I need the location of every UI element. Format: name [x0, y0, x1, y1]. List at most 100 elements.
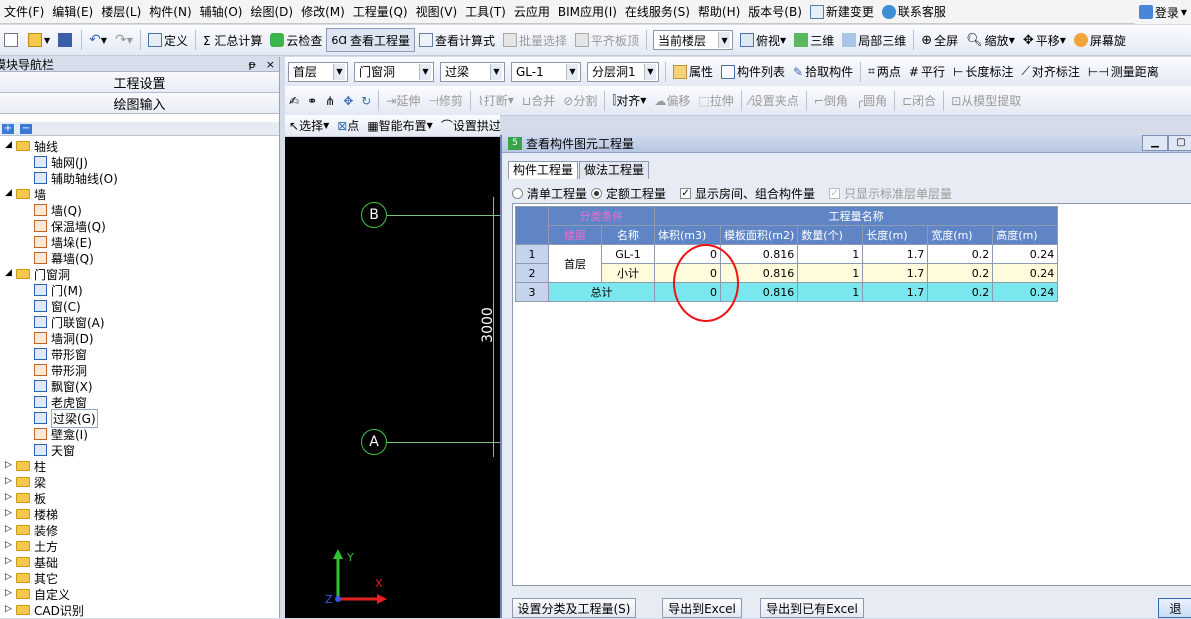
cloud-check-button[interactable]: 云检查 — [266, 28, 326, 52]
open-button[interactable]: ▼ — [24, 28, 54, 52]
tree-folder-node[interactable]: ◢ 门窗洞 — [0, 266, 279, 282]
expand-icon[interactable]: ▷ — [4, 572, 13, 583]
align-dim-button[interactable]: ⟋ 对齐标注 — [1017, 60, 1083, 84]
layer-dropdown[interactable]: 分层洞1 ▼ — [587, 61, 659, 82]
menu-modify[interactable]: 修改(M) — [297, 0, 349, 24]
export-excel-button[interactable]: 导出到Excel — [662, 598, 742, 618]
local-3d-button[interactable]: 局部三维 — [838, 28, 910, 52]
property-button[interactable]: 属性 — [669, 60, 717, 84]
break-button[interactable]: ⌇ 打断 ▼ — [474, 89, 518, 113]
collapse-all-icon[interactable]: − — [20, 123, 32, 134]
menu-bim[interactable]: BIM应用(I) — [554, 0, 621, 24]
bill-quantity-radio[interactable] — [512, 188, 523, 199]
menu-tools[interactable]: 工具(T) — [461, 0, 510, 24]
maximize-button[interactable]: ▢ — [1168, 135, 1191, 151]
select-button[interactable]: ↖ 选择 ▼ — [285, 115, 333, 136]
component-dropdown[interactable]: GL-1 ▼ — [511, 61, 581, 82]
tree-leaf-node[interactable]: 门联窗(A) — [0, 314, 279, 330]
close-shape-button[interactable]: ⊏ 闭合 — [898, 89, 940, 113]
measure-button[interactable]: ⊢⊣ 测量距离 — [1084, 60, 1163, 84]
tree-leaf-node[interactable]: 门(M) — [0, 282, 279, 298]
tree-leaf-node[interactable]: 墙洞(D) — [0, 330, 279, 346]
axis-bubble-b[interactable]: B — [361, 202, 387, 228]
chamfer-button[interactable]: ⌐ 倒角 — [810, 89, 852, 113]
tree-folder-node[interactable]: ▷ 自定义 — [0, 586, 279, 602]
new-change-menu[interactable]: 新建变更 — [806, 0, 878, 24]
tree-leaf-node[interactable]: 墙垛(E) — [0, 234, 279, 250]
pin-icon[interactable]: ᵽ — [248, 58, 255, 71]
tree-folder-node[interactable]: ▷ 梁 — [0, 474, 279, 490]
expand-icon[interactable]: ▷ — [4, 540, 13, 551]
tree-folder-node[interactable]: ▷ 基础 — [0, 554, 279, 570]
menu-draw[interactable]: 绘图(D) — [246, 0, 297, 24]
tree-leaf-node[interactable]: 幕墙(Q) — [0, 250, 279, 266]
fillet-button[interactable]: ╭ 圆角 — [852, 89, 891, 113]
tree-leaf-node[interactable]: 墙(Q) — [0, 202, 279, 218]
expand-icon[interactable]: ▷ — [4, 508, 13, 519]
menu-version[interactable]: 版本号(B) — [744, 0, 806, 24]
expand-icon[interactable]: ▷ — [4, 476, 13, 487]
save-button[interactable] — [54, 28, 78, 52]
top-view-button[interactable]: 俯视 ▼ — [736, 28, 790, 52]
collapse-icon[interactable]: ◢ — [4, 188, 13, 199]
expand-icon[interactable]: ▷ — [4, 492, 13, 503]
menu-aux-axis[interactable]: 辅轴(O) — [196, 0, 247, 24]
tree-folder-node[interactable]: ▷ 楼梯 — [0, 506, 279, 522]
expand-icon[interactable]: ▷ — [4, 588, 13, 599]
tree-folder-node[interactable]: ◢ 墙 — [0, 186, 279, 202]
expand-all-icon[interactable]: + — [2, 123, 14, 134]
tree-leaf-node[interactable]: 窗(C) — [0, 298, 279, 314]
quota-quantity-radio[interactable] — [591, 188, 603, 199]
sum-calc-button[interactable]: Σ 汇总计算 — [199, 28, 266, 52]
tree-leaf-node[interactable]: 保温墙(Q) — [0, 218, 279, 234]
tree-folder-node[interactable]: ▷ 装修 — [0, 522, 279, 538]
tree-leaf-node[interactable]: 带形洞 — [0, 362, 279, 378]
expand-icon[interactable]: ▷ — [4, 604, 13, 615]
menu-view[interactable]: 视图(V) — [412, 0, 462, 24]
fullscreen-button[interactable]: ⊕ 全屏 — [917, 28, 962, 52]
from-model-button[interactable]: ⊡ 从模型提取 — [947, 89, 1025, 113]
tree-leaf-node[interactable]: 天窗 — [0, 442, 279, 458]
drawing-canvas[interactable]: B A 3000 Y X Z — [285, 137, 505, 618]
set-arch-button[interactable]: ⌒设置拱过梁 — [437, 115, 500, 136]
menu-help[interactable]: 帮助(H) — [694, 0, 744, 24]
collapse-icon[interactable]: ◢ — [4, 140, 13, 151]
tree-folder-node[interactable]: ▷ 土方 — [0, 538, 279, 554]
length-dim-button[interactable]: ⊢ 长度标注 — [949, 60, 1017, 84]
category-dropdown[interactable]: 门窗洞 ▼ — [354, 61, 434, 82]
setup-classification-button[interactable]: 设置分类及工程量(S) — [512, 598, 636, 618]
trim-button[interactable]: ⊣ 修剪 — [424, 89, 466, 113]
floor-select-dropdown[interactable]: 当前楼层 ▼ — [653, 30, 734, 50]
redo-button[interactable]: ↷ ▼ — [111, 28, 137, 52]
batch-select-button[interactable]: 批量选择 — [499, 28, 571, 52]
menu-online[interactable]: 在线服务(S) — [621, 0, 694, 24]
move-button[interactable]: ✥ — [339, 89, 357, 113]
menu-floor[interactable]: 楼层(L) — [97, 0, 145, 24]
smart-layout-button[interactable]: ▦ 智能布置 ▼ — [363, 115, 437, 136]
tree-leaf-node[interactable]: 壁龛(I) — [0, 426, 279, 442]
collapse-icon[interactable]: ◢ — [4, 268, 13, 279]
tree-folder-node[interactable]: ▷ 板 — [0, 490, 279, 506]
offset-button[interactable]: ☁ 偏移 — [650, 89, 694, 113]
menu-component[interactable]: 构件(N) — [145, 0, 195, 24]
pan-button[interactable]: ✥ 平移 ▼ — [1019, 28, 1070, 52]
merge-button[interactable]: ⊔ 合并 — [518, 89, 559, 113]
tree-leaf-node[interactable]: 辅助轴线(O) — [0, 170, 279, 186]
rotate-button[interactable]: ↻ — [357, 89, 375, 113]
login-button[interactable]: 登录 ▼ — [1134, 0, 1191, 24]
tab-component-quantity[interactable]: 构件工程量 — [508, 161, 579, 179]
expand-icon[interactable]: ▷ — [4, 524, 13, 535]
tree-folder-node[interactable]: ▷ 柱 — [0, 458, 279, 474]
undo-button[interactable]: ↶ ▼ — [85, 28, 111, 52]
floor-dropdown[interactable]: 首层 ▼ — [288, 61, 348, 82]
close-icon[interactable]: × — [266, 58, 275, 71]
minimize-button[interactable]: ▁ — [1142, 135, 1168, 151]
pick-component-button[interactable]: ✎ 拾取构件 — [789, 60, 857, 84]
flat-top-button[interactable]: 平齐板顶 — [571, 28, 643, 52]
exit-button[interactable]: 退 — [1158, 598, 1191, 618]
export-existing-excel-button[interactable]: 导出到已有Excel — [760, 598, 864, 618]
define-button[interactable]: 定义 — [144, 28, 192, 52]
three-d-button[interactable]: 三维 — [790, 28, 838, 52]
brush-button[interactable]: ✍ — [285, 89, 303, 113]
tree-leaf-node[interactable]: 轴网(J) — [0, 154, 279, 170]
